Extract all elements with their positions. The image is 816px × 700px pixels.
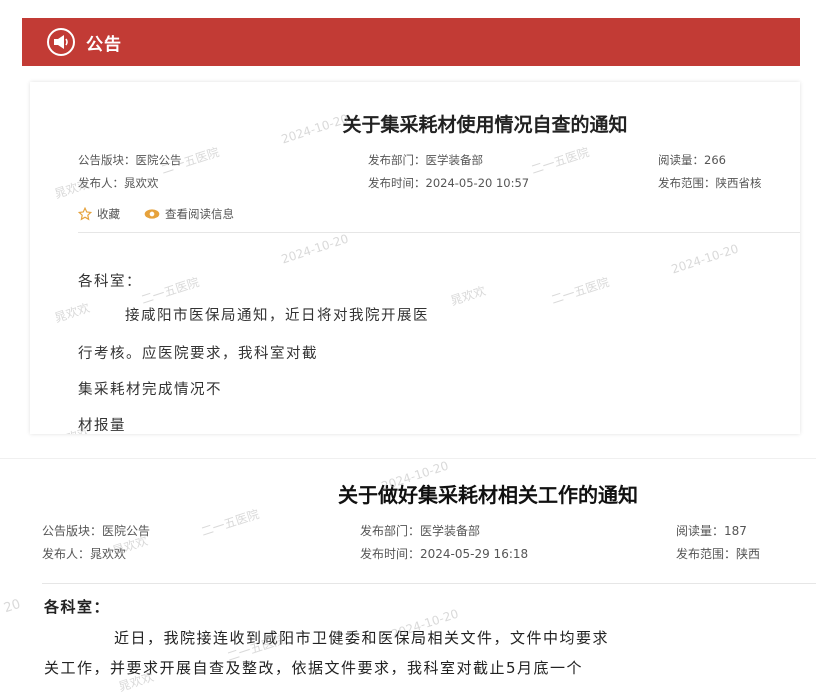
notice-1-time: 发布时间：2024-05-20 10:57 xyxy=(368,176,530,190)
favorite-button[interactable]: 收藏 xyxy=(78,206,120,222)
eye-icon xyxy=(144,209,160,219)
notice-2-divider xyxy=(42,583,816,584)
notice-1-reads: 阅读量：266 xyxy=(658,153,726,167)
fade-mask xyxy=(360,338,420,362)
notice-1-line-2: 行考核。应医院要求，我科室对截 xyxy=(78,346,318,362)
watermark-org: 二一五医院 xyxy=(529,145,591,177)
notice-2-time: 发布时间：2024-05-29 16:18 xyxy=(360,547,529,561)
watermark-name: 晁欢欢 xyxy=(52,300,92,326)
notice-2-publisher: 发布人：晁欢欢 xyxy=(42,547,127,561)
notice-panel-2: 关于做好集采耗材相关工作的通知 公告版块：医院公告 发布人：晁欢欢 发布部门：医… xyxy=(0,458,816,700)
watermark-partial: 20 xyxy=(2,596,23,617)
watermark-date: 2024-10-20 xyxy=(279,231,351,267)
notice-2-scope: 发布范围：陕西 xyxy=(676,547,761,561)
announcement-header: 公告 xyxy=(22,18,800,66)
notice-2-reads: 阅读量：187 xyxy=(676,524,747,538)
megaphone-icon xyxy=(46,27,76,57)
notice-1-title: 关于集采耗材使用情况自查的通知 xyxy=(342,114,628,136)
notice-1-line-3: 集采耗材完成情况不 xyxy=(78,382,222,398)
notice-1-publisher: 发布人：晁欢欢 xyxy=(78,176,159,190)
notice-2-board: 公告版块：医院公告 xyxy=(42,524,151,538)
view-reads-button[interactable]: 查看阅读信息 xyxy=(144,206,234,222)
notice-1-board: 公告版块：医院公告 xyxy=(78,153,182,167)
header-title: 公告 xyxy=(86,34,122,55)
view-reads-label: 查看阅读信息 xyxy=(165,207,234,221)
notice-2-greeting: 各科室： xyxy=(44,598,111,616)
fade-mask xyxy=(450,300,570,324)
watermark-date: 2024-10-20 xyxy=(669,241,741,277)
notice-1-actions: 收藏 查看阅读信息 xyxy=(78,206,258,222)
notice-2-line-2: 关工作，并要求开展自查及整改，依据文件要求，我科室对截止5月底一个 xyxy=(44,659,584,677)
notice-1-greeting: 各科室： xyxy=(78,274,142,290)
star-icon xyxy=(78,207,92,221)
fade-mask xyxy=(230,374,290,398)
watermark-org: 二一五医院 xyxy=(199,507,261,539)
watermark-org: 二一五医院 xyxy=(139,275,201,307)
notice-2-department: 发布部门：医学装备部 xyxy=(360,524,481,538)
notice-panel-1: 关于集采耗材使用情况自查的通知 公告版块：医院公告 发布人：晁欢欢 发布部门：医… xyxy=(30,82,800,434)
notice-2-title: 关于做好集采耗材相关工作的通知 xyxy=(338,483,638,507)
favorite-label: 收藏 xyxy=(97,207,120,221)
notice-1-line-1: 接咸阳市医保局通知，近日将对我院开展医 xyxy=(125,308,429,324)
notice-1-scope: 发布范围：陕西省核 xyxy=(658,176,762,190)
fade-mask xyxy=(122,410,162,434)
notice-1-department: 发布部门：医学装备部 xyxy=(368,153,483,167)
notice-1-line-4: 材报量 xyxy=(78,418,126,434)
notice-2-line-1: 近日，我院接连收到咸阳市卫健委和医保局相关文件，文件中均要求 xyxy=(114,629,610,647)
notice-1-divider xyxy=(78,232,800,233)
